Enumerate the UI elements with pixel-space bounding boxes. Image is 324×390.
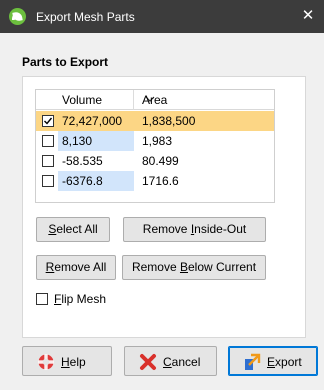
volume-cell: 8,130 <box>58 131 134 151</box>
button-label: Help <box>61 355 86 369</box>
row-checkbox[interactable] <box>42 115 54 127</box>
parts-table: Volume Area 72,427,000 1,838,500 8,130 1… <box>35 89 275 203</box>
table-row[interactable]: 8,130 1,983 <box>36 131 274 151</box>
volume-cell: -6376.8 <box>58 171 134 191</box>
remove-inside-out-button[interactable]: Remove Inside-Out <box>123 217 266 242</box>
button-mnemonic: H <box>61 355 70 369</box>
area-cell: 80.499 <box>142 154 179 168</box>
remove-below-current-button[interactable]: Remove Below Current <box>122 255 266 280</box>
window-title: Export Mesh Parts <box>36 10 135 24</box>
button-mnemonic: R <box>45 260 55 274</box>
section-title: Parts to Export <box>22 55 109 69</box>
column-header-label: Volume <box>62 93 103 107</box>
button-label: Cancel <box>163 355 200 369</box>
volume-cell: 72,427,000 <box>62 114 123 128</box>
table-header: Volume Area <box>36 90 274 110</box>
button-mnemonic: E <box>267 355 276 369</box>
table-row[interactable]: 72,427,000 1,838,500 <box>36 111 274 131</box>
flip-mesh-label: Flip Mesh <box>54 292 106 306</box>
title-bar: Export Mesh Parts ✕ <box>0 0 324 33</box>
row-checkbox[interactable] <box>42 175 54 187</box>
button-label: elow Current <box>188 260 257 274</box>
area-cell: 1716.6 <box>142 174 179 188</box>
volume-cell: -58.535 <box>62 154 103 168</box>
button-mnemonic: B <box>179 260 188 274</box>
button-label: Export <box>267 355 302 369</box>
cancel-button[interactable]: Cancel <box>124 346 217 376</box>
column-header-volume[interactable]: Volume <box>62 90 155 110</box>
table-row[interactable]: -6376.8 1716.6 <box>36 171 274 191</box>
flip-mesh-checkbox[interactable] <box>36 293 48 305</box>
label-text: lip Mesh <box>61 292 107 306</box>
check-mark-icon <box>44 117 53 125</box>
close-icon[interactable]: ✕ <box>298 6 318 26</box>
button-mnemonic: C <box>163 355 172 369</box>
column-header-area[interactable]: Area <box>142 90 167 110</box>
app-logo-icon <box>9 8 26 25</box>
help-lifebuoy-icon <box>38 354 54 370</box>
button-label: emove All <box>54 260 107 274</box>
row-checkbox[interactable] <box>42 155 54 167</box>
button-label: Remove <box>131 260 180 274</box>
button-label-text: ancel <box>171 355 201 369</box>
button-label-text: elp <box>69 355 86 369</box>
button-label: Remove <box>142 222 191 236</box>
export-button[interactable]: Export <box>228 346 318 376</box>
row-checkbox[interactable] <box>42 135 54 147</box>
select-all-button[interactable]: Select All <box>36 217 110 242</box>
button-label-text: xport <box>275 355 302 369</box>
export-icon <box>245 353 261 370</box>
remove-all-button[interactable]: Remove All <box>36 255 116 280</box>
button-label: elect All <box>56 222 98 236</box>
help-button[interactable]: Help <box>22 346 112 376</box>
button-label: nside-Out <box>194 222 247 236</box>
area-cell: 1,983 <box>142 134 173 148</box>
area-cell: 1,838,500 <box>142 114 196 128</box>
table-row[interactable]: -58.535 80.499 <box>36 151 274 171</box>
cancel-x-icon <box>140 354 156 370</box>
